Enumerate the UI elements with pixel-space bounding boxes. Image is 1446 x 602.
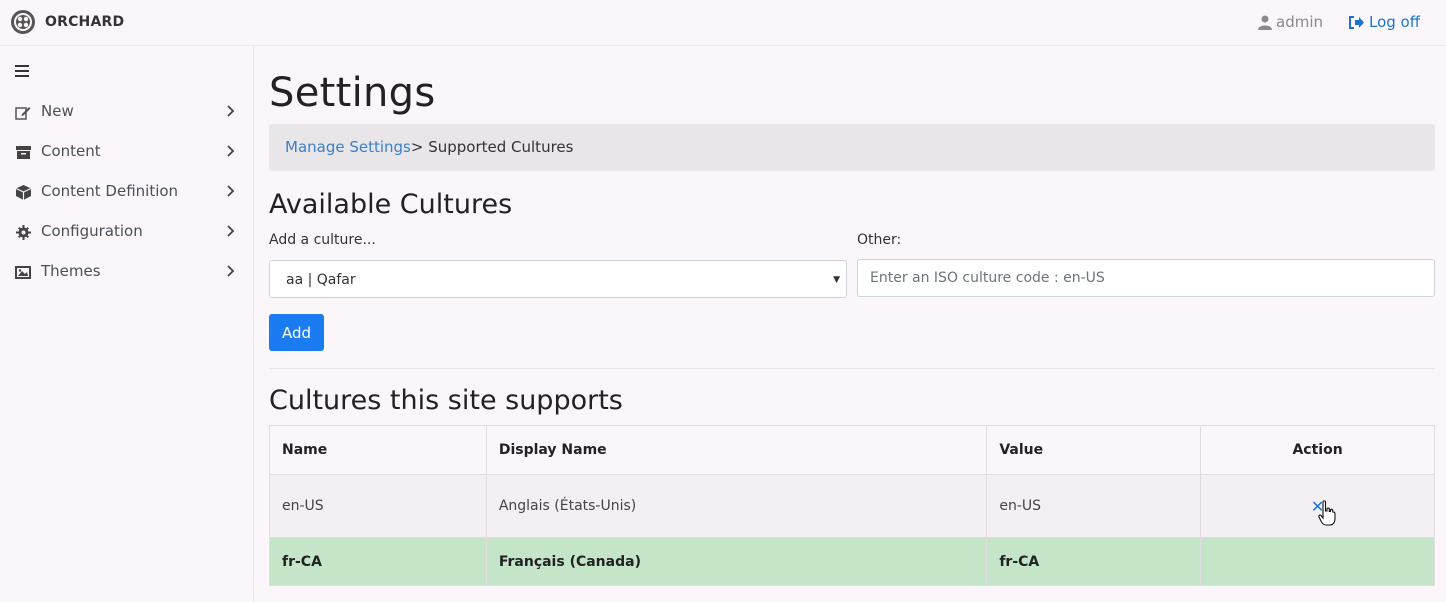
sidebar-item-content-definition[interactable]: Content Definition xyxy=(0,172,254,212)
top-navbar: ORCHARD admin Log off xyxy=(0,0,1446,46)
culture-value-cell: en-US xyxy=(986,474,1202,538)
sidebar-item-label: Themes xyxy=(41,262,101,280)
column-header-action: Action xyxy=(1200,425,1435,475)
chevron-right-icon xyxy=(227,185,235,197)
sidebar-item-label: Content xyxy=(41,142,101,160)
edit-icon xyxy=(15,104,31,120)
hand-pointer-cursor-icon xyxy=(1318,500,1336,526)
culture-select[interactable]: aa | Qafar ▼ xyxy=(269,260,847,298)
sidebar-item-label: Content Definition xyxy=(41,182,179,200)
supported-cultures-table: Name Display Name Value Action en-US Ang… xyxy=(269,425,1435,586)
sidebar-item-themes[interactable]: Themes xyxy=(0,252,254,292)
cog-icon xyxy=(15,224,31,240)
archive-icon xyxy=(15,144,31,160)
breadcrumb-separator: > xyxy=(410,138,424,156)
breadcrumb-current: Supported Cultures xyxy=(423,138,574,156)
supported-cultures-heading: Cultures this site supports xyxy=(269,385,623,416)
culture-code-input[interactable] xyxy=(857,259,1435,297)
logoff-link[interactable]: Log off xyxy=(1348,13,1420,31)
section-divider xyxy=(269,368,1435,369)
culture-display-name-cell: Anglais (États-Unis) xyxy=(485,474,988,538)
caret-down-icon: ▼ xyxy=(833,275,840,285)
username: admin xyxy=(1276,13,1323,31)
culture-value-cell: fr-CA xyxy=(986,537,1202,586)
sidebar-item-content[interactable]: Content xyxy=(0,132,254,172)
column-header-value: Value xyxy=(986,425,1202,475)
culture-name-cell: en-US xyxy=(269,474,487,538)
culture-display-name-cell: Français (Canada) xyxy=(485,537,988,586)
breadcrumb: Manage Settings> Supported Cultures xyxy=(269,124,1435,171)
user-menu[interactable]: admin xyxy=(1258,13,1323,31)
chevron-right-icon xyxy=(227,265,235,277)
sidebar-item-new[interactable]: New xyxy=(0,92,254,132)
chevron-right-icon xyxy=(227,105,235,117)
table-header-row: Name Display Name Value Action xyxy=(269,425,1435,475)
sidebar-item-label: Configuration xyxy=(41,222,143,240)
available-cultures-heading: Available Cultures xyxy=(269,189,513,220)
column-header-display-name: Display Name xyxy=(485,425,988,475)
sidebar-item-configuration[interactable]: Configuration xyxy=(0,212,254,252)
orchard-logo-icon xyxy=(11,10,35,34)
culture-name-cell: fr-CA xyxy=(269,537,487,586)
sidebar-item-label: New xyxy=(41,102,74,120)
page-title: Settings xyxy=(269,70,436,116)
add-culture-label: Add a culture... xyxy=(269,232,376,248)
logoff-label: Log off xyxy=(1369,13,1421,31)
menu-toggle-icon[interactable] xyxy=(15,65,29,80)
add-culture-button[interactable]: Add xyxy=(269,314,324,351)
other-culture-label: Other: xyxy=(857,232,902,248)
chevron-right-icon xyxy=(227,145,235,157)
table-row: en-US Anglais (États-Unis) en-US ✕ xyxy=(269,474,1435,538)
chevron-right-icon xyxy=(227,225,235,237)
action-cell xyxy=(1200,537,1435,586)
brand[interactable]: ORCHARD xyxy=(10,9,124,35)
brand-name: ORCHARD xyxy=(45,14,125,30)
cube-icon xyxy=(15,184,31,200)
column-header-name: Name xyxy=(269,425,487,475)
sign-out-icon xyxy=(1349,15,1364,29)
user-icon xyxy=(1258,15,1272,30)
table-row-default: fr-CA Français (Canada) fr-CA xyxy=(269,537,1435,586)
culture-select-value: aa | Qafar xyxy=(286,272,356,288)
image-icon xyxy=(15,264,31,280)
breadcrumb-manage-settings-link[interactable]: Manage Settings xyxy=(285,138,411,156)
user-area: admin Log off xyxy=(1258,13,1420,31)
sidebar: New Content Content Definition Configura… xyxy=(0,46,254,602)
